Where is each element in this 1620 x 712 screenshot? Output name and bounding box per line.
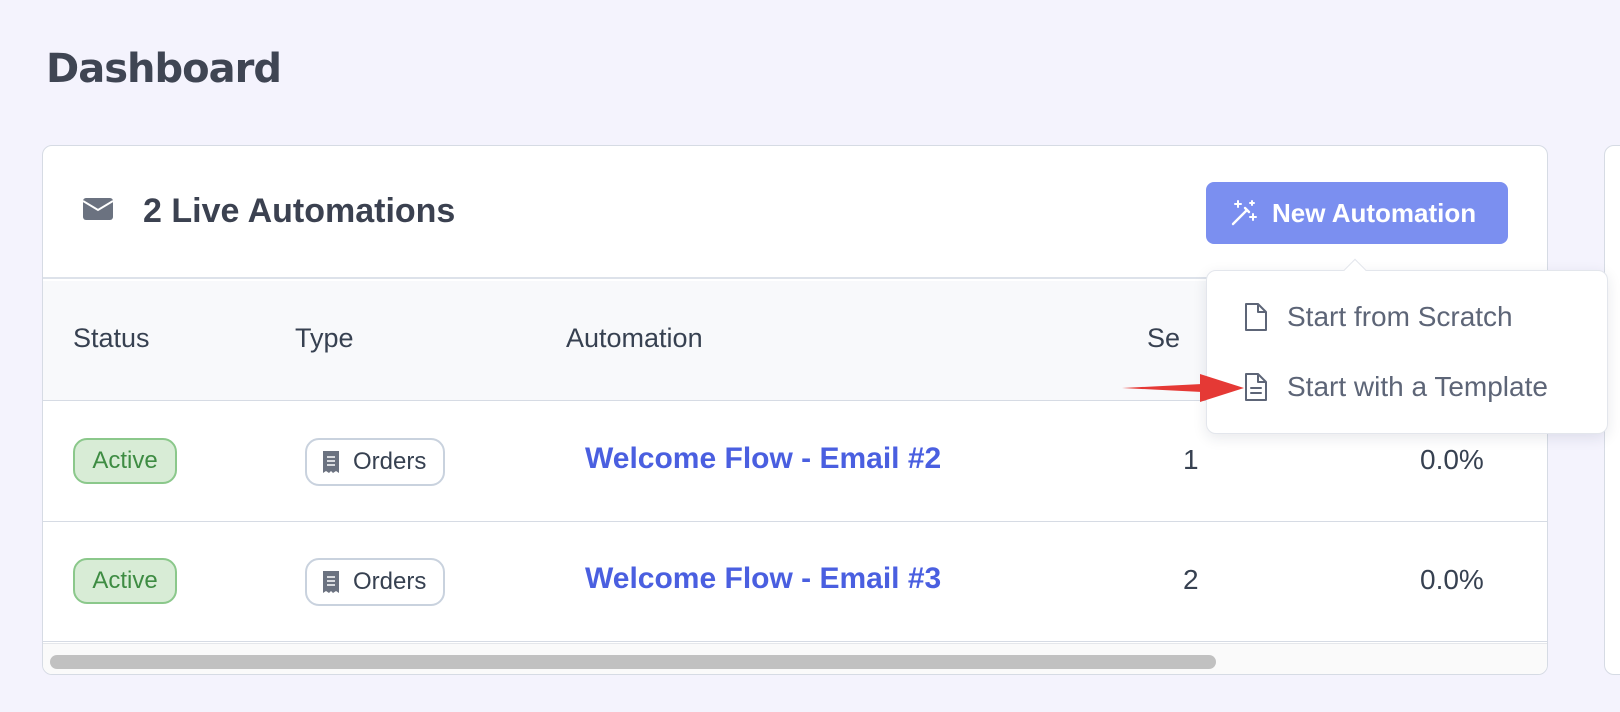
column-header-status[interactable]: Status [73, 323, 150, 354]
scrollbar-thumb[interactable] [50, 655, 1216, 669]
status-badge: Active [73, 438, 177, 484]
magic-wand-icon [1231, 200, 1257, 226]
column-header-automation[interactable]: Automation [566, 323, 703, 354]
menu-item-start-with-template[interactable]: Start with a Template [1243, 367, 1548, 407]
table-row[interactable]: Active Orders Welcome Flow - Email #3 2 … [43, 522, 1547, 642]
menu-item-start-from-scratch[interactable]: Start from Scratch [1243, 297, 1513, 337]
sent-count: 1 [1183, 444, 1199, 475]
menu-item-label: Start from Scratch [1287, 301, 1513, 332]
automation-link[interactable]: Welcome Flow - Email #3 [585, 562, 941, 596]
status-badge: Active [73, 558, 177, 604]
type-badge: Orders [305, 558, 445, 606]
annotation-arrow-icon [1122, 374, 1244, 402]
page: Dashboard 2 Live Automations New Automat… [0, 0, 1620, 712]
column-header-type[interactable]: Type [295, 323, 354, 354]
blank-document-icon [1245, 303, 1267, 331]
rate-value: 0.0% [1420, 564, 1484, 595]
envelope-icon [83, 198, 113, 220]
sent-count: 2 [1183, 564, 1199, 595]
rate-value: 0.0% [1420, 444, 1484, 475]
type-label: Orders [353, 448, 427, 475]
type-badge: Orders [305, 438, 445, 486]
page-title: Dashboard [46, 46, 282, 92]
new-automation-label: New Automation [1272, 197, 1477, 228]
new-automation-menu: Start from Scratch Start with a Template [1206, 258, 1608, 434]
type-label: Orders [353, 568, 427, 595]
automation-link[interactable]: Welcome Flow - Email #2 [585, 442, 941, 476]
text-document-icon [1245, 373, 1267, 401]
menu-item-label: Start with a Template [1287, 371, 1548, 402]
receipt-icon [323, 571, 339, 593]
card-title: 2 Live Automations [143, 192, 456, 230]
card-header: 2 Live Automations New Automation [43, 146, 1547, 279]
new-automation-button[interactable]: New Automation [1206, 182, 1508, 244]
horizontal-scrollbar[interactable] [43, 643, 1547, 674]
receipt-icon [323, 451, 339, 473]
column-header-sent[interactable]: Se [1147, 323, 1180, 354]
